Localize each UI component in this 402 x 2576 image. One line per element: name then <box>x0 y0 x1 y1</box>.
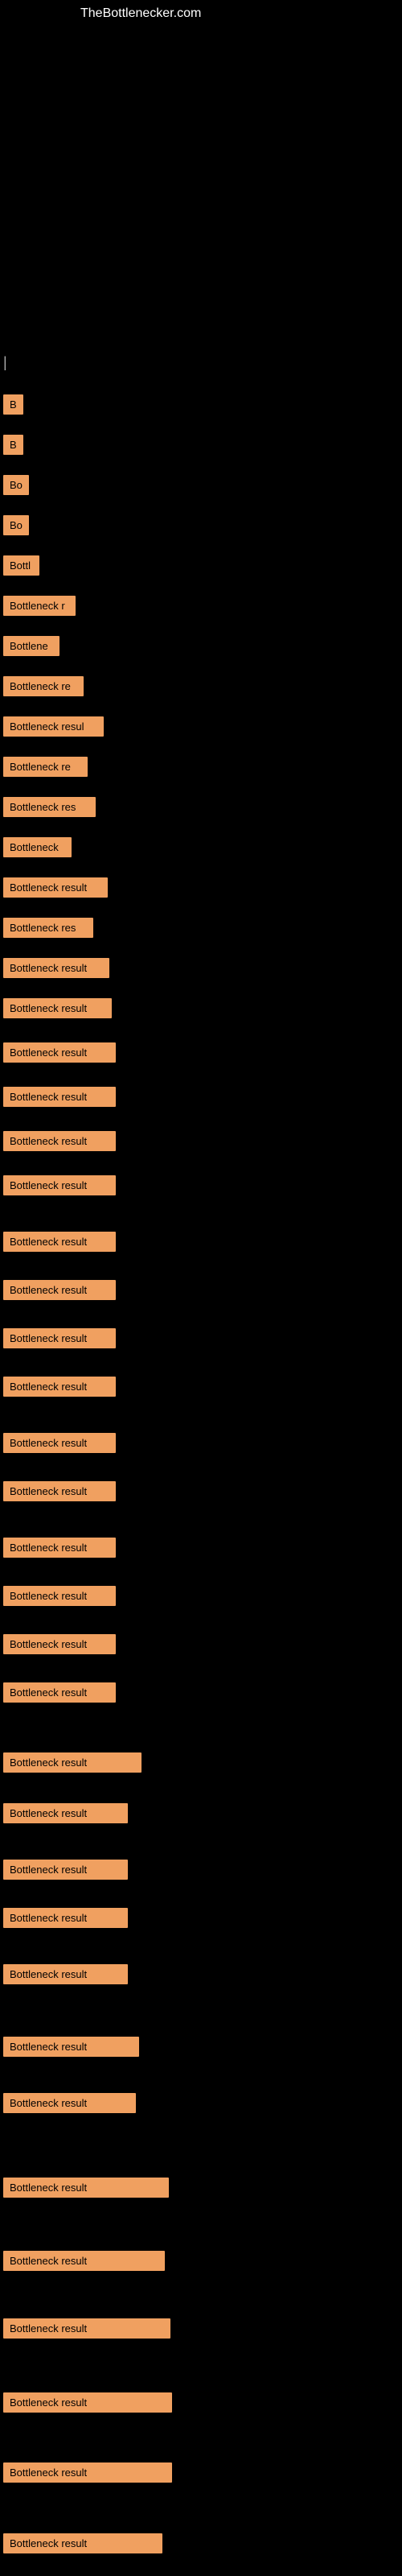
bottleneck-item: Bottleneck result <box>3 1232 116 1252</box>
bottleneck-item: B <box>3 435 23 455</box>
bottleneck-item: Bottleneck result <box>3 2178 169 2198</box>
bottleneck-item: Bottleneck result <box>3 2392 172 2413</box>
bottleneck-item: Bottleneck result <box>3 1377 116 1397</box>
bottleneck-item: Bottleneck result <box>3 2093 136 2113</box>
site-title: TheBottlenecker.com <box>80 6 201 21</box>
bottleneck-item: Bottleneck <box>3 837 72 857</box>
bottleneck-item: Bottleneck result <box>3 1328 116 1348</box>
bottleneck-item: Bottleneck result <box>3 1634 116 1654</box>
bottleneck-item: Bo <box>3 515 29 535</box>
bottleneck-item: Bottl <box>3 555 39 576</box>
bottleneck-item: Bottleneck result <box>3 1280 116 1300</box>
bottleneck-item: Bottleneck result <box>3 1481 116 1501</box>
bottleneck-item: Bo <box>3 475 29 495</box>
bottleneck-item: Bottleneck r <box>3 596 76 616</box>
bottleneck-item: Bottleneck result <box>3 1433 116 1453</box>
bottleneck-item: Bottleneck res <box>3 918 93 938</box>
bottleneck-item: Bottleneck result <box>3 1752 142 1773</box>
bottleneck-item: Bottleneck result <box>3 1964 128 1984</box>
bottleneck-item: Bottleneck result <box>3 1538 116 1558</box>
bottleneck-item: Bottleneck result <box>3 1586 116 1606</box>
bottleneck-item: | <box>3 354 7 371</box>
bottleneck-item: Bottleneck result <box>3 1860 128 1880</box>
bottleneck-item: Bottleneck res <box>3 797 96 817</box>
bottleneck-item: Bottleneck result <box>3 958 109 978</box>
bottleneck-item: Bottleneck re <box>3 676 84 696</box>
bottleneck-item: Bottleneck result <box>3 2037 139 2057</box>
bottleneck-item: Bottleneck result <box>3 2533 162 2553</box>
bottleneck-item: Bottleneck result <box>3 2462 172 2483</box>
bottleneck-item: Bottlene <box>3 636 59 656</box>
bottleneck-item: Bottleneck result <box>3 1131 116 1151</box>
bottleneck-item: Bottleneck result <box>3 2318 170 2339</box>
bottleneck-item: Bottleneck result <box>3 998 112 1018</box>
bottleneck-item: Bottleneck result <box>3 1175 116 1195</box>
bottleneck-item: B <box>3 394 23 415</box>
bottleneck-item: Bottleneck re <box>3 757 88 777</box>
bottleneck-item: Bottleneck result <box>3 1042 116 1063</box>
bottleneck-item: Bottleneck result <box>3 1087 116 1107</box>
bottleneck-item: Bottleneck result <box>3 877 108 898</box>
bottleneck-item: Bottleneck result <box>3 1682 116 1703</box>
bottleneck-item: Bottleneck result <box>3 1908 128 1928</box>
bottleneck-item: Bottleneck result <box>3 2251 165 2271</box>
bottleneck-item: Bottleneck resul <box>3 716 104 737</box>
bottleneck-item: Bottleneck result <box>3 1803 128 1823</box>
